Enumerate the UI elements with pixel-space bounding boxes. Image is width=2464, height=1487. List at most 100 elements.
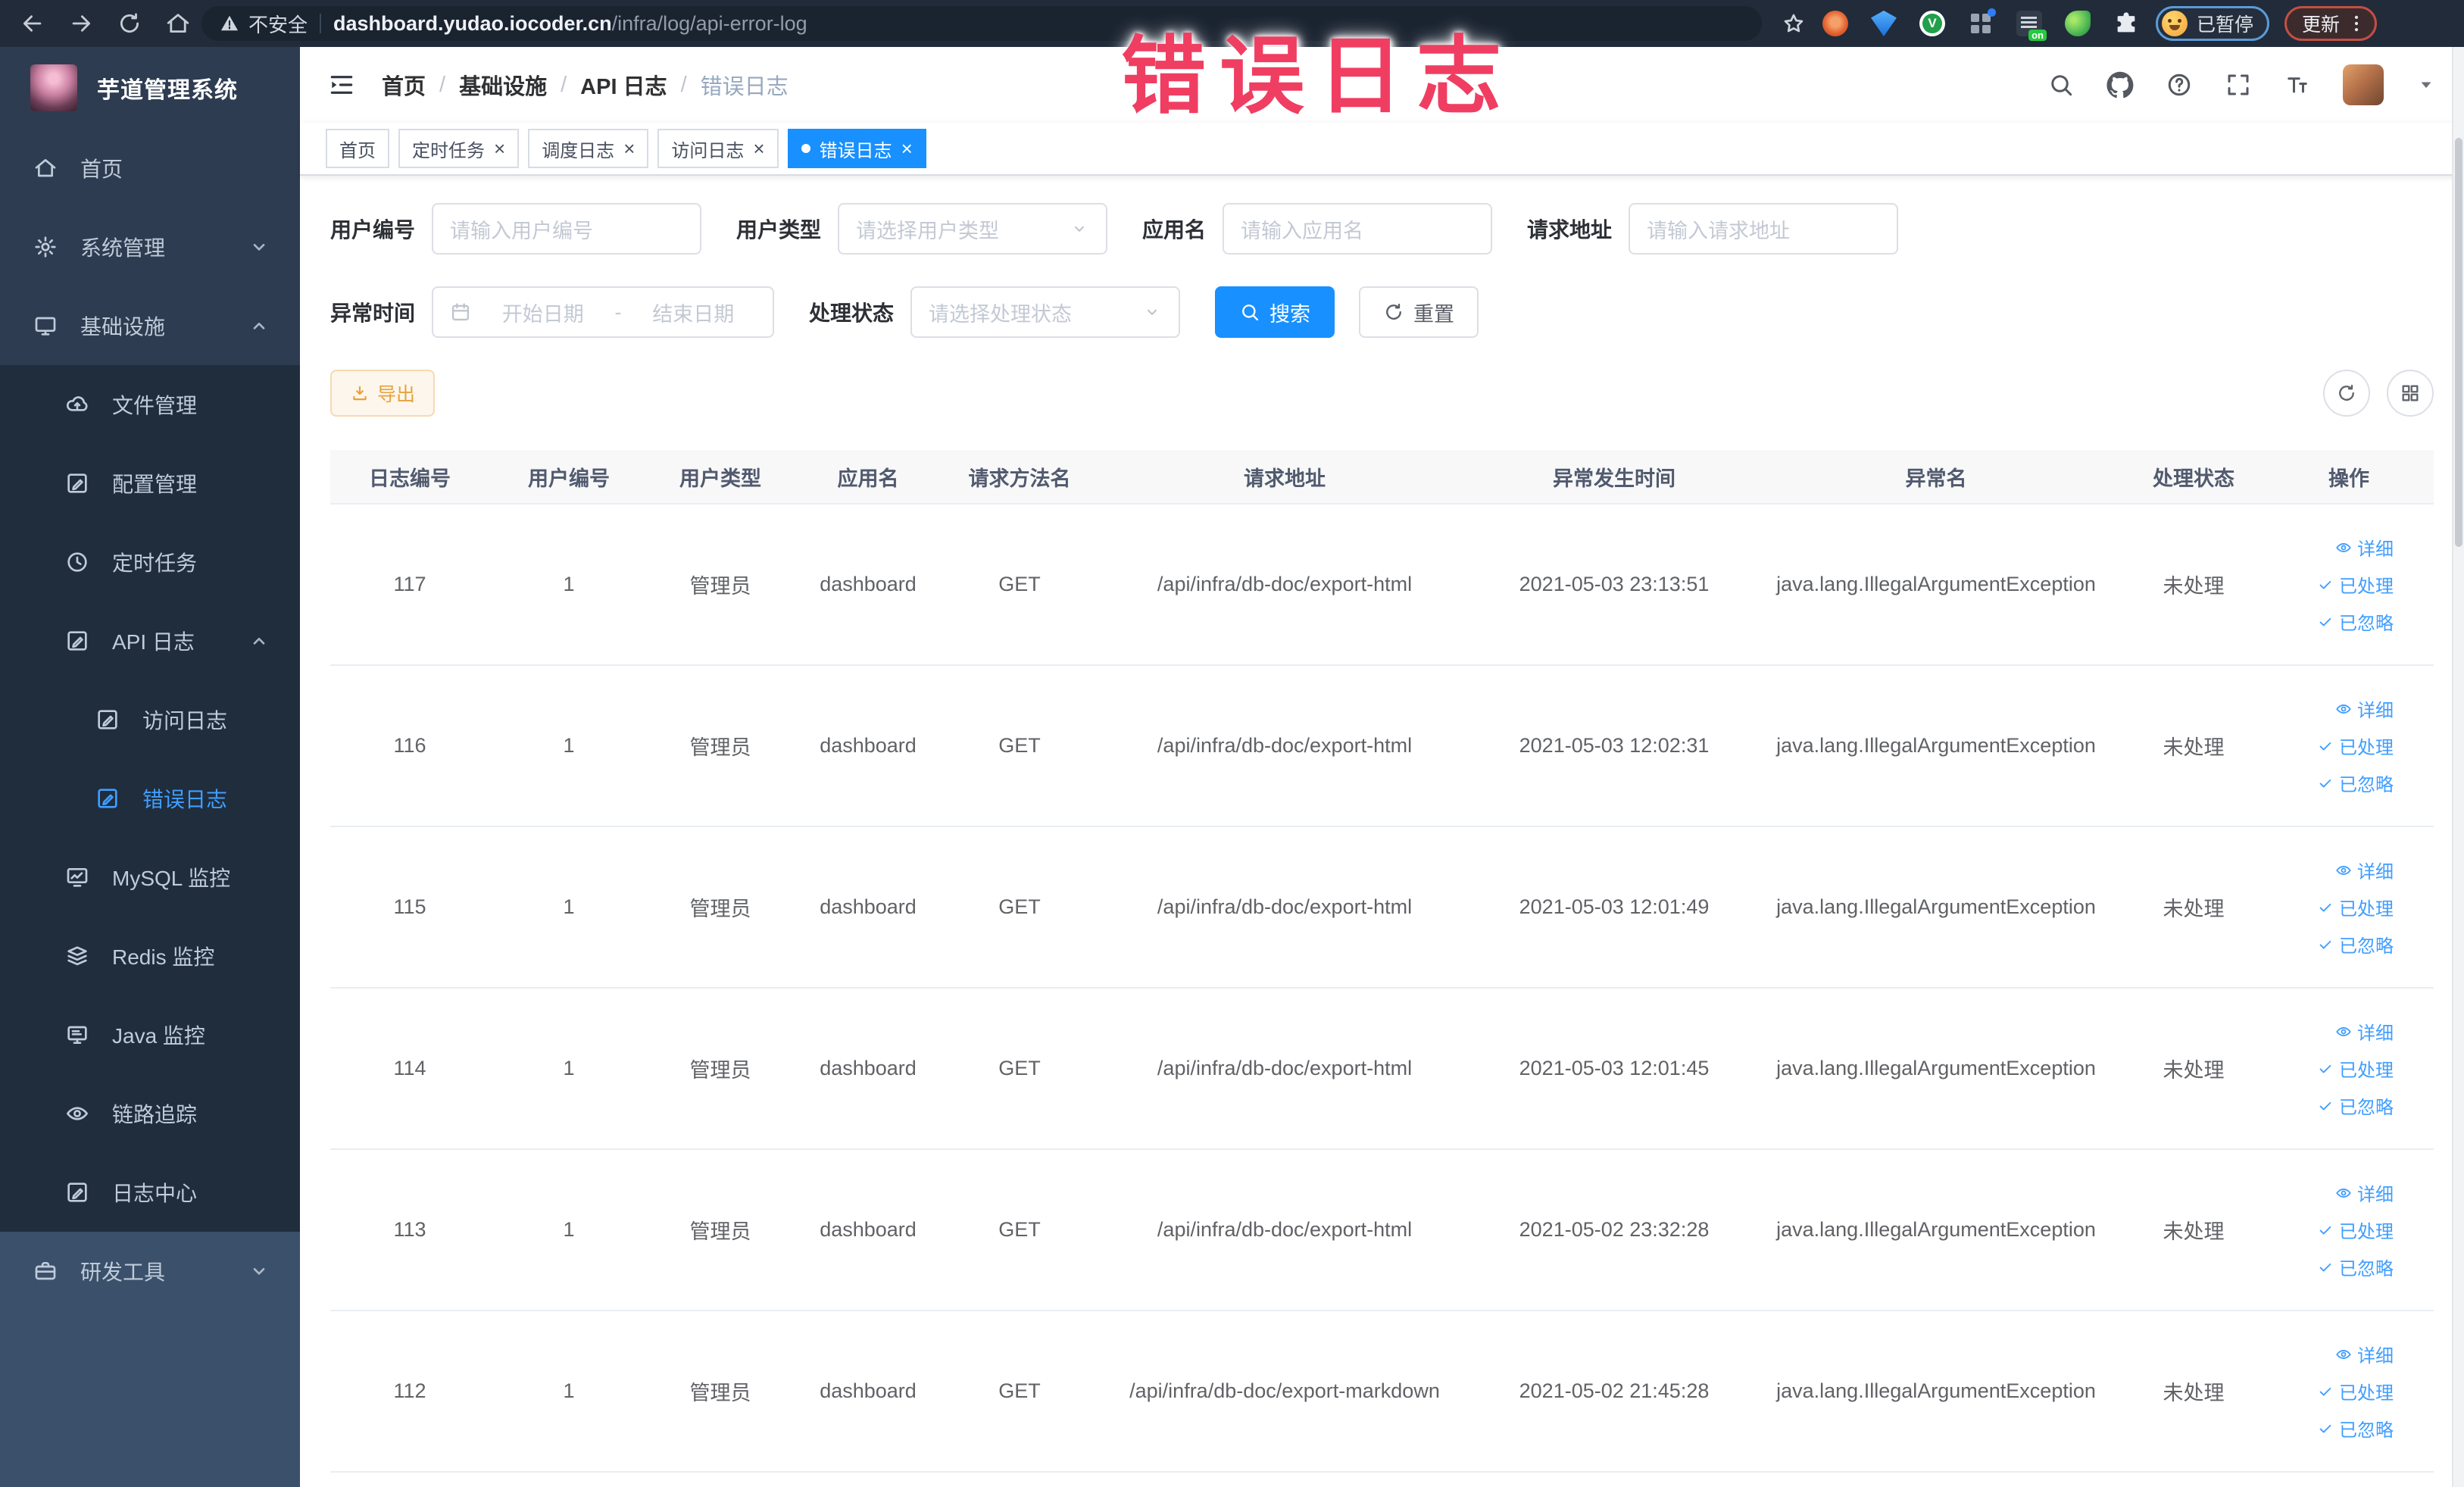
action-已忽略[interactable]: 已忽略 xyxy=(2317,1092,2394,1119)
table-row[interactable]: 114 1 管理员 dashboard GET/api/infra/db-doc/exp… xyxy=(330,989,2434,1150)
column-header-用户类型[interactable]: 用户类型 xyxy=(648,462,792,492)
sidebar-item-定时任务[interactable]: 定时任务 xyxy=(0,523,300,601)
table-row[interactable]: 113 1 管理员 dashboard GET/api/infra/db-doc/exp… xyxy=(330,1150,2434,1311)
browser-back-icon[interactable] xyxy=(20,11,45,36)
column-header-应用名[interactable]: 应用名 xyxy=(792,462,944,492)
sidebar-item-系统管理[interactable]: 系统管理 xyxy=(0,208,300,286)
sidebar-item-MySQL 监控[interactable]: MySQL 监控 xyxy=(0,838,300,917)
sidebar-item-错误日志[interactable]: 错误日志 xyxy=(0,759,300,838)
action-已处理[interactable]: 已处理 xyxy=(2317,894,2394,920)
table-row[interactable]: 115 1 管理员 dashboard GET/api/infra/db-doc/exp… xyxy=(330,827,2434,989)
action-详细[interactable]: 详细 xyxy=(2335,1179,2394,1206)
help-icon[interactable] xyxy=(2166,71,2193,98)
tag-close-icon[interactable]: × xyxy=(753,139,764,158)
table-row[interactable]: 116 1 管理员 dashboard GET/api/infra/db-doc/exp… xyxy=(330,666,2434,827)
tag-首页[interactable]: 首页 xyxy=(326,129,389,168)
github-icon[interactable] xyxy=(2106,71,2134,98)
browser-profile-chip[interactable]: 已暂停 xyxy=(2156,6,2270,41)
action-详细[interactable]: 详细 xyxy=(2335,1341,2394,1367)
sidebar-item-访问日志[interactable]: 访问日志 xyxy=(0,680,300,759)
sidebar-item-Java 监控[interactable]: Java 监控 xyxy=(0,995,300,1074)
tag-close-icon[interactable]: × xyxy=(494,139,505,158)
column-header-异常名[interactable]: 异常名 xyxy=(1754,462,2118,492)
user-avatar[interactable] xyxy=(2343,64,2384,105)
browser-home-icon[interactable] xyxy=(165,11,191,36)
user-type-select[interactable]: 请选择用户类型 xyxy=(838,203,1108,255)
browser-forward-icon[interactable] xyxy=(68,11,94,36)
process-status-select[interactable]: 请选择处理状态 xyxy=(910,286,1181,338)
breadcrumb-item[interactable]: 基础设施 xyxy=(459,69,547,101)
column-header-处理状态[interactable]: 处理状态 xyxy=(2118,462,2269,492)
sidebar-item-API 日志[interactable]: API 日志 xyxy=(0,601,300,680)
extension-on-icon[interactable] xyxy=(2016,11,2047,41)
search-button[interactable]: 搜索 xyxy=(1215,286,1335,338)
tag-close-icon[interactable]: × xyxy=(901,139,913,158)
tag-定时任务[interactable]: 定时任务 × xyxy=(398,129,520,168)
browser-update-menu-button[interactable]: 更新 xyxy=(2284,6,2378,41)
extension-shield-icon[interactable] xyxy=(1871,11,1897,36)
hamburger-icon[interactable] xyxy=(327,70,356,99)
check-icon xyxy=(2317,1098,2334,1114)
sidebar-item-日志中心[interactable]: 日志中心 xyxy=(0,1153,300,1232)
bookmark-star-icon[interactable] xyxy=(1782,11,1806,36)
table-columns-button[interactable] xyxy=(2387,370,2434,417)
sidebar-item-文件管理[interactable]: 文件管理 xyxy=(0,365,300,444)
exception-time-range-picker[interactable]: 开始日期 - 结束日期 xyxy=(432,286,775,338)
fullscreen-icon[interactable] xyxy=(2225,71,2252,98)
address-bar[interactable]: 不安全 dashboard.yudao.iocoder.cn /infra/lo… xyxy=(201,6,1762,41)
tag-close-icon[interactable]: × xyxy=(623,139,635,158)
action-已处理[interactable]: 已处理 xyxy=(2317,733,2394,759)
action-已忽略[interactable]: 已忽略 xyxy=(2317,608,2394,635)
action-已忽略[interactable]: 已忽略 xyxy=(2317,1254,2394,1280)
column-header-用户编号[interactable]: 用户编号 xyxy=(489,462,648,492)
action-详细[interactable]: 详细 xyxy=(2335,1018,2394,1045)
tag-调度日志[interactable]: 调度日志 × xyxy=(528,129,649,168)
table-refresh-button[interactable] xyxy=(2323,370,2370,417)
sidebar-item-研发工具[interactable]: 研发工具 xyxy=(0,1232,300,1310)
sidebar-item-链路追踪[interactable]: 链路追踪 xyxy=(0,1074,300,1153)
action-已忽略[interactable]: 已忽略 xyxy=(2317,770,2394,796)
extension-leaf-icon[interactable] xyxy=(2065,11,2091,36)
export-button[interactable]: 导出 xyxy=(330,370,436,417)
action-详细[interactable]: 详细 xyxy=(2335,534,2394,561)
font-size-icon[interactable] xyxy=(2284,71,2311,98)
scrollbar-thumb[interactable] xyxy=(2455,138,2462,547)
column-header-异常发生时间[interactable]: 异常发生时间 xyxy=(1474,462,1754,492)
extension-grid-icon[interactable] xyxy=(1968,8,1996,36)
user-id-input[interactable]: 请输入用户编号 xyxy=(432,203,702,255)
action-详细[interactable]: 详细 xyxy=(2335,695,2394,722)
action-已处理[interactable]: 已处理 xyxy=(2317,1378,2394,1404)
browser-reload-icon[interactable] xyxy=(117,11,142,36)
action-已忽略[interactable]: 已忽略 xyxy=(2317,1415,2394,1442)
action-已处理[interactable]: 已处理 xyxy=(2317,571,2394,598)
sidebar-item-基础设施[interactable]: 基础设施 xyxy=(0,286,300,365)
breadcrumb-item[interactable]: API 日志 xyxy=(580,69,667,101)
column-header-操作[interactable]: 操作 xyxy=(2269,462,2428,492)
tag-访问日志[interactable]: 访问日志 × xyxy=(657,129,779,168)
breadcrumb-item[interactable]: 首页 xyxy=(382,69,426,101)
extension-orange-icon[interactable] xyxy=(1822,11,1848,36)
table-row[interactable]: 112 1 管理员 dashboard GET/api/infra/db-doc/exp… xyxy=(330,1311,2434,1473)
sidebar-item-配置管理[interactable]: 配置管理 xyxy=(0,444,300,523)
column-header-请求方法名[interactable]: 请求方法名 xyxy=(944,462,1095,492)
column-header-请求地址[interactable]: 请求地址 xyxy=(1095,462,1474,492)
table-row[interactable]: 117 1 管理员 dashboard GET/api/infra/db-doc/exp… xyxy=(330,505,2434,666)
action-已处理[interactable]: 已处理 xyxy=(2317,1217,2394,1243)
page-scrollbar[interactable] xyxy=(2452,47,2464,1487)
action-已忽略[interactable]: 已忽略 xyxy=(2317,931,2394,957)
eye-icon xyxy=(2335,1346,2352,1363)
app-name-input[interactable]: 请输入应用名 xyxy=(1223,203,1493,255)
sidebar-item-Redis 监控[interactable]: Redis 监控 xyxy=(0,917,300,995)
search-icon[interactable] xyxy=(2047,71,2075,98)
column-header-日志编号[interactable]: 日志编号 xyxy=(330,462,489,492)
avatar-caret-icon[interactable] xyxy=(2416,74,2437,95)
extension-v-icon[interactable] xyxy=(1919,11,1945,36)
request-url-input[interactable]: 请输入请求地址 xyxy=(1629,203,1899,255)
reset-button[interactable]: 重置 xyxy=(1359,286,1479,338)
action-已处理[interactable]: 已处理 xyxy=(2317,1055,2394,1082)
action-详细[interactable]: 详细 xyxy=(2335,857,2394,883)
extensions-puzzle-icon[interactable] xyxy=(2113,11,2139,36)
sidebar-item-首页[interactable]: 首页 xyxy=(0,129,300,208)
app-logo[interactable]: 芋道管理系统 xyxy=(0,47,300,129)
tag-错误日志[interactable]: 错误日志 × xyxy=(787,129,926,168)
